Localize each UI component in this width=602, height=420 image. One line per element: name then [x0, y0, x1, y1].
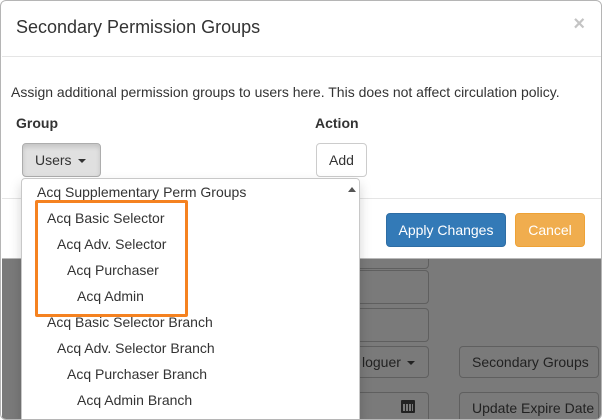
calendar-icon [401, 400, 415, 413]
modal-description: Assign additional permission groups to u… [11, 84, 560, 100]
modal-title: Secondary Permission Groups [16, 17, 261, 37]
cancel-button[interactable]: Cancel [515, 213, 585, 247]
dropdown-item[interactable]: Acq Adv. Selector [57, 236, 166, 252]
dropdown-item[interactable]: Acq Admin [77, 288, 144, 304]
apply-changes-button[interactable]: Apply Changes [386, 213, 506, 247]
cataloguer-label: loguer [362, 354, 401, 370]
background-date-input [349, 392, 429, 419]
dropdown-item[interactable]: Acq Purchaser [67, 262, 159, 278]
dropdown-item[interactable]: Acq Basic Selector Branch [47, 314, 213, 330]
dropdown-item[interactable]: Acq Basic Selector [47, 210, 165, 226]
group-select-button[interactable]: Users [22, 143, 101, 177]
close-icon[interactable]: × [573, 13, 585, 36]
secondary-groups-label: Secondary Groups [472, 354, 589, 370]
screenshot-frame: loguer Secondary Groups Update Expire Da… [0, 0, 602, 420]
dropdown-item[interactable]: Acq Adv. Selector Branch [57, 340, 215, 356]
dropdown-item[interactable]: Acq Purchaser Branch [67, 366, 207, 382]
group-column-label: Group [16, 115, 58, 131]
background-input [349, 270, 429, 304]
scrollbar-thumb[interactable] [347, 203, 357, 419]
modal-header: Secondary Permission Groups × [2, 2, 601, 57]
dropdown-item[interactable]: Acq Admin Branch [77, 392, 192, 408]
add-button[interactable]: Add [316, 143, 367, 177]
secondary-groups-button: Secondary Groups [459, 346, 599, 378]
group-dropdown-menu[interactable]: Acq Supplementary Perm Groups Acq Basic … [21, 178, 360, 419]
update-expire-date-button: Update Expire Date [459, 392, 599, 419]
action-column-label: Action [315, 115, 359, 131]
background-input [349, 308, 429, 342]
dropdown-item[interactable]: Acq Supplementary Perm Groups [37, 184, 246, 200]
chevron-down-icon [406, 361, 415, 366]
dropdown-scrollbar[interactable] [344, 179, 359, 419]
update-expire-label: Update Expire Date [472, 400, 595, 416]
group-select-value: Users [35, 152, 72, 168]
scroll-up-arrow-icon[interactable] [348, 187, 356, 192]
chevron-down-icon [77, 159, 86, 164]
cataloguer-dropdown: loguer [349, 346, 429, 378]
